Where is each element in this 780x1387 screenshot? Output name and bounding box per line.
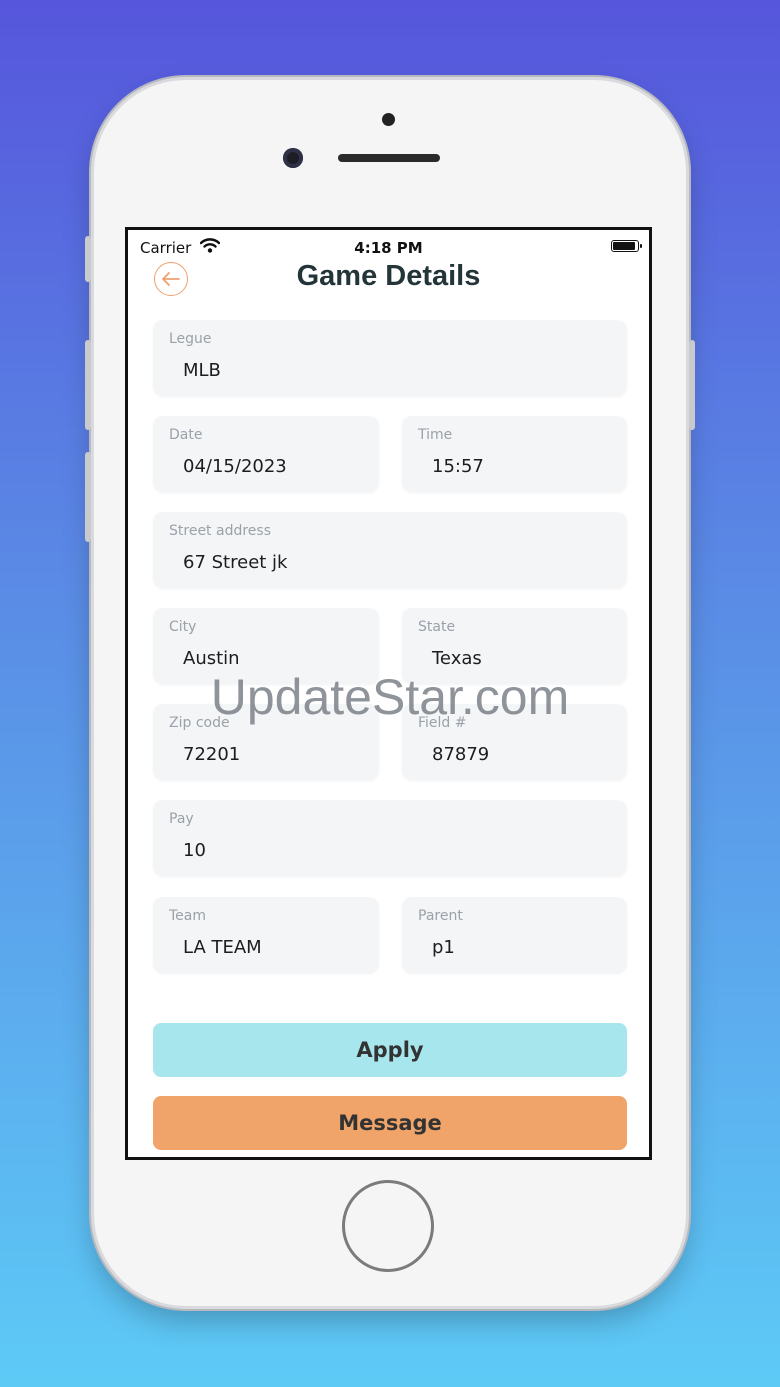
city-value: Austin	[183, 648, 240, 669]
page-title: Game Details	[296, 260, 481, 292]
parent-value: p1	[432, 937, 455, 958]
team-field[interactable]: Team LA TEAM	[153, 897, 379, 973]
status-bar: Carrier 4:18 PM	[128, 230, 649, 260]
time-field[interactable]: Time 15:57	[402, 416, 627, 492]
watermark: UpdateStar.com	[210, 669, 570, 725]
pay-label: Pay	[169, 811, 194, 827]
street-address-label: Street address	[169, 523, 271, 539]
team-label: Team	[169, 908, 207, 924]
pay-value: 10	[183, 840, 206, 861]
home-button[interactable]	[342, 1180, 434, 1272]
zip-code-value: 72201	[183, 744, 241, 765]
street-address-field[interactable]: Street address 67 Street jk	[153, 512, 627, 588]
apply-button[interactable]: Apply	[153, 1023, 627, 1077]
volume-down-button	[85, 452, 91, 542]
pay-field[interactable]: Pay 10	[153, 800, 627, 876]
battery-icon	[611, 240, 642, 252]
city-label: City	[169, 619, 197, 635]
status-time: 4:18 PM	[354, 239, 423, 257]
field-number-value: 87879	[432, 744, 490, 765]
time-label: Time	[418, 427, 453, 443]
message-button[interactable]: Message	[153, 1096, 627, 1150]
time-value: 15:57	[432, 456, 484, 477]
league-value: MLB	[183, 360, 221, 381]
date-label: Date	[169, 427, 203, 443]
parent-label: Parent	[418, 908, 463, 924]
front-camera	[283, 148, 303, 168]
date-field[interactable]: Date 04/15/2023	[153, 416, 379, 492]
mute-switch	[85, 236, 91, 282]
parent-field[interactable]: Parent p1	[402, 897, 627, 973]
state-label: State	[418, 619, 456, 635]
earpiece-speaker	[338, 154, 440, 162]
team-value: LA TEAM	[183, 937, 262, 958]
league-field[interactable]: Legue MLB	[153, 320, 627, 396]
volume-up-button	[85, 340, 91, 430]
date-value: 04/15/2023	[183, 456, 287, 477]
power-button	[689, 340, 695, 430]
street-address-value: 67 Street jk	[183, 552, 288, 573]
proximity-sensor	[382, 113, 395, 126]
league-label: Legue	[169, 331, 212, 347]
state-value: Texas	[432, 648, 482, 669]
